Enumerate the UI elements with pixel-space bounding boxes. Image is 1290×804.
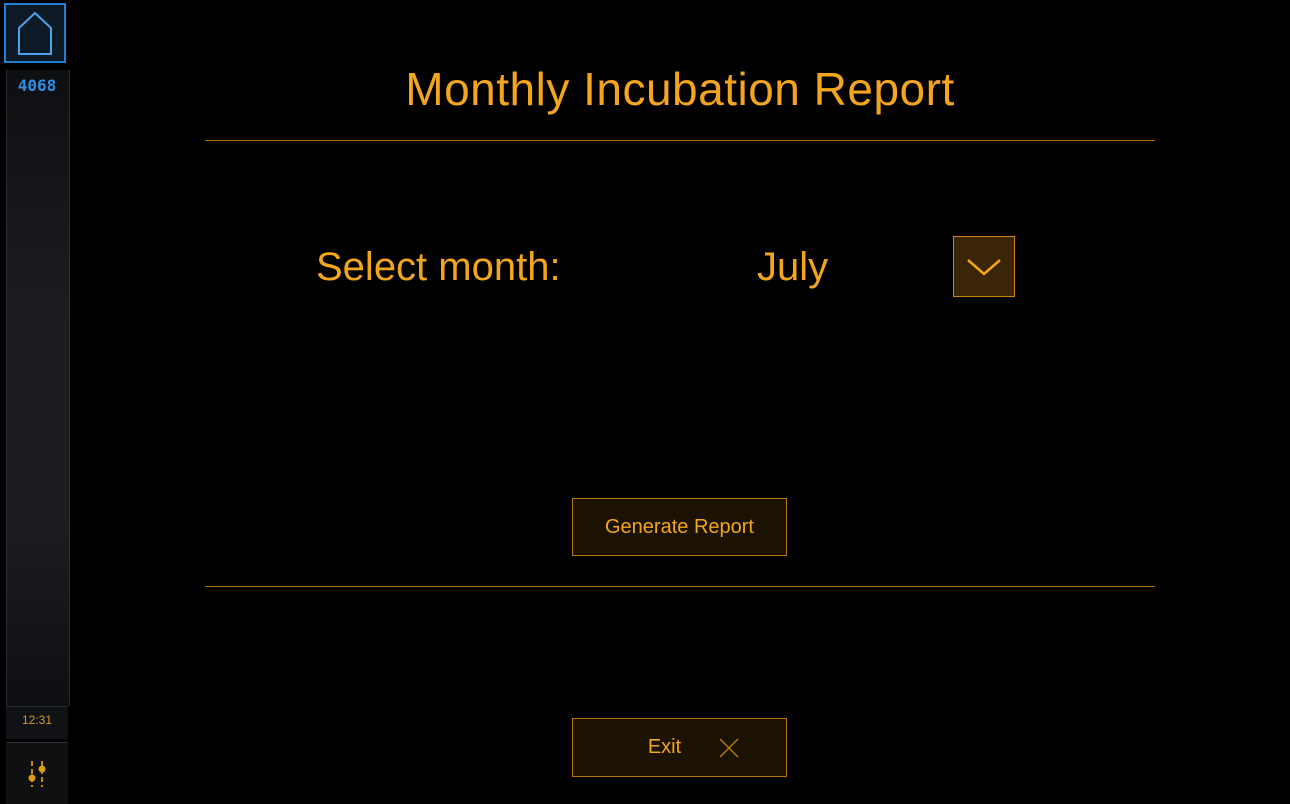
sidebar: 4068 12:31 [0, 0, 70, 804]
close-icon [719, 737, 739, 758]
selected-month-value[interactable]: July [757, 245, 828, 290]
generate-report-button[interactable]: Generate Report [572, 498, 787, 556]
divider-top [205, 140, 1155, 141]
settings-button[interactable] [6, 742, 68, 804]
page-title: Monthly Incubation Report [405, 63, 955, 115]
divider-bottom [205, 586, 1155, 587]
month-dropdown-button[interactable] [953, 236, 1015, 297]
sliders-icon [28, 760, 46, 787]
clock: 12:31 [21, 713, 53, 727]
chevron-down-icon [967, 258, 1001, 276]
status-strip [6, 70, 70, 706]
home-icon [18, 11, 52, 55]
instrument-count: 4068 [17, 76, 57, 95]
exit-button[interactable]: Exit [572, 718, 787, 777]
generate-report-label: Generate Report [605, 515, 754, 538]
home-button[interactable] [4, 3, 66, 63]
exit-label: Exit [647, 736, 682, 758]
select-month-label: Select month: [316, 245, 561, 289]
